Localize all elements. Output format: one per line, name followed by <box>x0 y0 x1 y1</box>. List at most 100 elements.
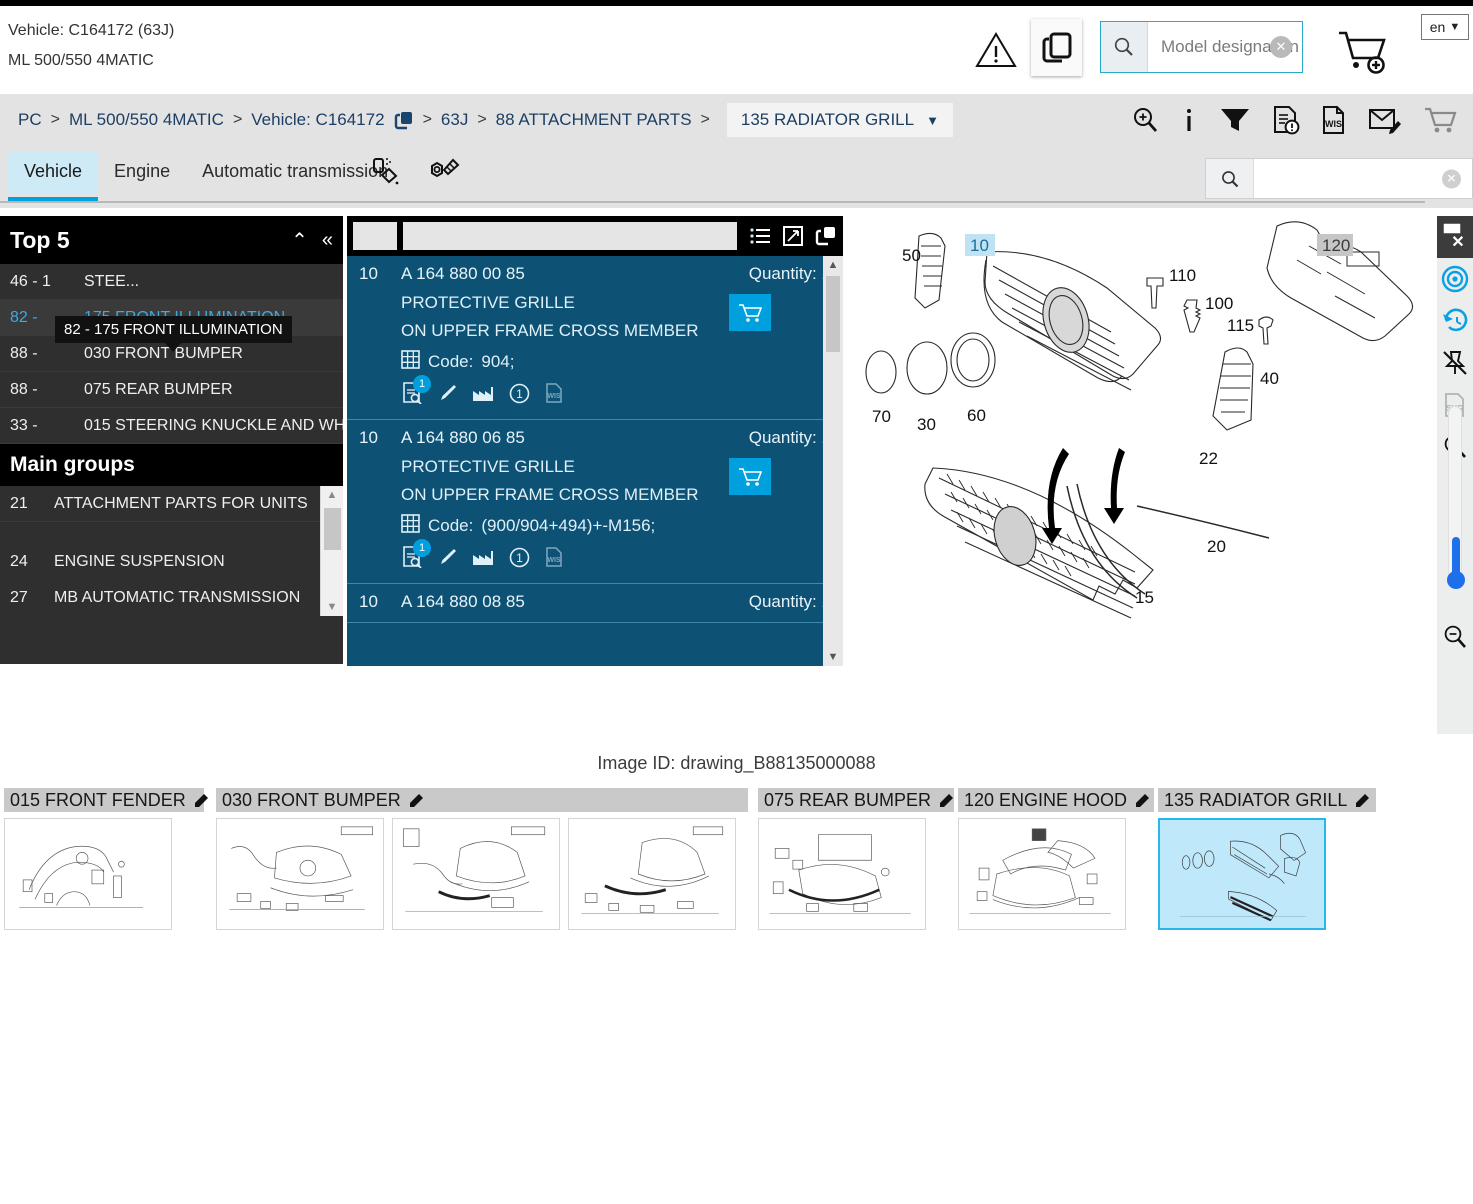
main-group-item-27[interactable]: 27 MB AUTOMATIC TRANSMISSION <box>0 580 343 616</box>
breadcrumb-item-63j[interactable]: 63J <box>441 110 468 130</box>
document-alert-icon[interactable] <box>1272 105 1300 135</box>
bolt-nut-icon[interactable] <box>424 156 460 193</box>
thumbnail-row <box>1158 818 1376 930</box>
cart-add-icon[interactable] <box>1337 28 1389 74</box>
thumbnail-item[interactable] <box>392 818 560 930</box>
thumbnail-item[interactable] <box>568 818 736 930</box>
scrollbar-thumb[interactable] <box>826 276 840 352</box>
filter-icon[interactable] <box>1219 106 1251 134</box>
model-designation-search[interactable]: Model designation ✕ <box>1100 21 1303 73</box>
thumbnail-item[interactable] <box>4 818 172 930</box>
edit-icon[interactable] <box>939 792 955 808</box>
language-selector[interactable]: en ▼ <box>1421 14 1469 40</box>
tab-vehicle[interactable]: Vehicle <box>8 152 99 201</box>
factory-icon[interactable] <box>471 547 495 572</box>
paint-spray-icon[interactable] <box>368 155 402 194</box>
part-row[interactable]: 10 A 164 880 06 85 Quantity: 1 PROTECTIV… <box>347 420 843 584</box>
model-search-input[interactable]: Model designation ✕ <box>1148 22 1302 72</box>
parts-search-input[interactable]: ✕ <box>1254 159 1472 198</box>
thumbnail-group-title[interactable]: 120 ENGINE HOOD <box>958 788 1154 812</box>
scroll-up-icon[interactable]: ▲ <box>828 256 839 274</box>
document-search-icon[interactable]: 1 <box>401 375 431 409</box>
part-number: A 164 880 06 85 <box>401 428 525 447</box>
part-code-label: Code: <box>428 352 474 371</box>
copy-documents-icon[interactable] <box>1031 19 1082 76</box>
edit-icon[interactable] <box>409 792 425 808</box>
parts-list[interactable]: 10 A 164 880 00 85 Quantity: 1 PROTECTIV… <box>347 256 843 666</box>
breadcrumb-item-pc[interactable]: PC <box>18 110 42 130</box>
breadcrumb-item-attachment-parts[interactable]: 88 ATTACHMENT PARTS <box>496 110 692 130</box>
zoom-slider[interactable] <box>1447 406 1465 589</box>
thumbnail-item[interactable] <box>758 818 926 930</box>
tab-engine[interactable]: Engine <box>98 152 186 194</box>
thumbnail-group-title[interactable]: 135 RADIATOR GRILL <box>1158 788 1376 812</box>
warning-triangle-icon[interactable] <box>975 31 1017 69</box>
zoom-search-icon[interactable] <box>1131 106 1159 134</box>
info-circle-icon[interactable]: 1 <box>509 547 530 573</box>
brush-icon[interactable] <box>437 383 457 408</box>
thumbnail-group-label: 135 RADIATOR GRILL <box>1164 789 1348 810</box>
wis-icon[interactable]: WIS <box>544 382 564 409</box>
info-circle-icon[interactable]: 1 <box>509 383 530 409</box>
info-icon[interactable] <box>1180 106 1198 134</box>
add-to-cart-button[interactable] <box>729 294 771 331</box>
main-groups-title: Main groups <box>10 453 135 476</box>
thumbnail-group-title[interactable]: 030 FRONT BUMPER <box>216 788 748 812</box>
scroll-up-icon[interactable]: ▲ <box>327 486 338 504</box>
edit-icon[interactable] <box>1135 792 1151 808</box>
history-undo-icon[interactable] <box>1437 300 1473 342</box>
brush-icon[interactable] <box>437 547 457 572</box>
breadcrumb-copy-icon[interactable] <box>394 110 414 130</box>
copy-icon[interactable] <box>815 226 837 246</box>
main-group-num: 21 <box>10 494 28 512</box>
document-search-icon[interactable]: 1 <box>401 539 431 573</box>
unpin-icon[interactable] <box>1437 342 1473 384</box>
breadcrumb-dropdown-radiator-grill[interactable]: 135 RADIATOR GRILL ▼ <box>726 103 953 137</box>
clear-icon[interactable]: ✕ <box>1270 36 1292 58</box>
main-groups-scrollbar[interactable]: ▲ ▼ <box>320 486 343 616</box>
wis-icon[interactable]: WIS <box>544 546 564 573</box>
sidebar-item-steering[interactable]: 46 - 1 STEE... <box>0 264 343 300</box>
thumbnail-item[interactable] <box>958 818 1126 930</box>
main-groups-list: 21 ATTACHMENT PARTS FOR UNITS 24 ENGINE … <box>0 486 343 616</box>
zoom-out-icon[interactable] <box>1437 616 1473 658</box>
double-chevron-left-icon[interactable]: « <box>322 229 333 252</box>
breadcrumb-item-vehicle[interactable]: Vehicle: C164172 <box>251 110 384 130</box>
main-group-item-24[interactable]: 24 ENGINE SUSPENSION <box>0 544 343 580</box>
factory-icon[interactable] <box>471 383 495 408</box>
parts-search-box[interactable]: ✕ <box>1205 158 1473 199</box>
sidebar-item-steering-knuckle[interactable]: 33 - 015 STEERING KNUCKLE AND WH... <box>0 408 343 444</box>
list-view-icon[interactable] <box>749 226 771 246</box>
main-group-item-21[interactable]: 21 ATTACHMENT PARTS FOR UNITS <box>0 486 343 522</box>
scroll-down-icon[interactable]: ▼ <box>828 648 839 666</box>
chevron-up-icon[interactable]: ⌃ <box>291 228 308 253</box>
sidebar-item-rear-bumper[interactable]: 88 - 075 REAR BUMPER <box>0 372 343 408</box>
sidebar-item-num: 33 - <box>10 416 38 434</box>
thumbnail-item-selected[interactable] <box>1158 818 1326 930</box>
clear-icon[interactable]: ✕ <box>1442 169 1461 188</box>
thumbnail-item[interactable] <box>216 818 384 930</box>
exploded-diagram[interactable]: 50 10 110 100 115 120 40 70 30 60 20 22 … <box>847 216 1432 734</box>
close-panel-icon[interactable]: ✕ <box>1437 216 1473 258</box>
expand-icon[interactable] <box>783 226 803 246</box>
mail-edit-icon[interactable] <box>1368 106 1402 134</box>
thumbnail-group-title[interactable]: 015 FRONT FENDER <box>4 788 208 812</box>
edit-icon[interactable] <box>194 792 210 808</box>
parts-filter-chip[interactable] <box>353 222 397 250</box>
breadcrumb-item-model[interactable]: ML 500/550 4MATIC <box>69 110 224 130</box>
thumbnail-group-title[interactable]: 075 REAR BUMPER <box>758 788 954 812</box>
parts-scrollbar[interactable]: ▲ ▼ <box>823 256 843 666</box>
scroll-down-icon[interactable]: ▼ <box>327 598 338 616</box>
wis-document-icon[interactable]: WIS <box>1321 105 1347 135</box>
add-to-cart-button[interactable] <box>729 458 771 495</box>
zoom-slider-knob[interactable] <box>1447 571 1465 589</box>
parts-filter-input[interactable] <box>403 222 737 250</box>
edit-icon[interactable] <box>1355 792 1371 808</box>
language-value: en <box>1429 19 1446 35</box>
part-row[interactable]: 10 A 164 880 00 85 Quantity: 1 PROTECTIV… <box>347 256 843 420</box>
scrollbar-thumb[interactable] <box>324 508 341 550</box>
part-row[interactable]: 10 A 164 880 08 85 Quantity: 1 <box>347 584 843 623</box>
target-center-icon[interactable] <box>1437 258 1473 300</box>
cart-icon[interactable] <box>1423 106 1457 134</box>
part-position: 10 <box>359 264 378 283</box>
